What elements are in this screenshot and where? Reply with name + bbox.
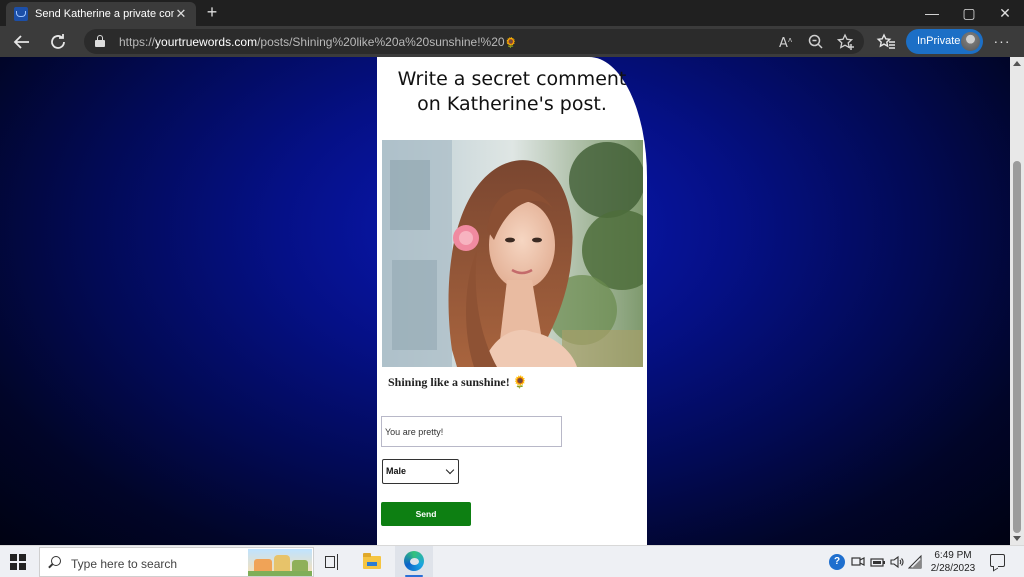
send-button[interactable]: Send [381,502,471,526]
screen: Send Katherine a private comme ✕ + — ▢ ✕… [0,0,1024,577]
svg-text:ʌ: ʌ [788,36,792,44]
browser-tab[interactable]: Send Katherine a private comme ✕ [6,2,196,26]
url-text[interactable]: https://yourtruewords.com/posts/Shining%… [119,35,517,49]
search-placeholder: Type here to search [71,557,178,571]
tab-close-icon[interactable]: ✕ [174,6,188,22]
new-tab-button[interactable]: + [202,2,222,22]
windows-start-icon[interactable] [10,554,26,570]
search-icon [51,556,61,566]
profile-icon [961,32,980,51]
comment-card: Write a secret comment on Katherine's po… [377,57,647,545]
edge-taskbar-icon[interactable] [395,546,433,577]
inprivate-label: InPrivate [917,35,961,47]
title-bar: Send Katherine a private comme ✕ + — ▢ ✕ [0,0,1024,26]
help-icon[interactable]: ? [829,554,845,570]
browser-toolbar: https://yourtruewords.com/posts/Shining%… [0,26,1024,57]
scroll-thumb[interactable] [1013,161,1021,533]
address-bar[interactable]: https://yourtruewords.com/posts/Shining%… [84,29,864,54]
meet-now-icon[interactable] [851,554,865,570]
page-viewport: Write a secret comment on Katherine's po… [0,57,1010,545]
page-title: Write a secret comment on Katherine's po… [397,68,627,115]
lock-icon[interactable] [95,35,105,47]
search-highlight-image [248,549,312,576]
system-clock[interactable]: 6:49 PM 2/28/2023 [922,549,984,575]
zoom-icon[interactable] [806,32,826,52]
maximize-button[interactable]: ▢ [950,0,988,26]
taskbar: Type here to search ? 6:49 PM 2/28/2023 [0,545,1024,577]
close-window-button[interactable]: ✕ [986,0,1024,26]
post-photo [382,140,643,367]
read-aloud-icon[interactable]: Aʌ [776,32,796,52]
inprivate-button[interactable]: InPrivate [906,29,983,54]
url-path: /posts/Shining%20like%20a%20sunshine!%20 [257,35,505,49]
url-emoji: 🌻 [504,38,518,49]
tab-title: Send Katherine a private comme [35,8,174,20]
clock-time: 6:49 PM [934,550,972,561]
task-view-icon[interactable] [322,551,344,573]
favorite-add-icon[interactable] [836,32,856,52]
back-arrow-icon[interactable] [10,30,34,54]
url-domain: yourtruewords.com [155,35,258,49]
url-scheme: https:// [119,35,156,49]
gender-select-value: Male [386,466,407,476]
gender-select[interactable]: Male [382,459,459,484]
clock-date: 2/28/2023 [930,563,976,574]
scroll-down-icon[interactable] [1013,536,1021,541]
volume-icon[interactable] [889,554,905,570]
taskbar-search-box[interactable]: Type here to search [39,547,314,577]
minimize-button[interactable]: — [913,0,951,26]
battery-icon[interactable] [870,554,886,570]
page-scrollbar[interactable] [1010,57,1024,545]
more-icon[interactable]: ··· [990,30,1014,54]
site-favicon-icon [14,7,28,21]
chevron-down-icon [445,465,455,475]
refresh-icon[interactable] [46,30,70,54]
notification-icon[interactable] [990,554,1005,567]
favorites-icon[interactable] [874,30,898,54]
comment-input[interactable] [381,416,562,447]
svg-text:A: A [779,36,788,51]
file-explorer-icon[interactable] [362,551,384,573]
scroll-up-icon[interactable] [1013,61,1021,66]
post-caption: Shining like a sunshine! 🌻 [388,375,528,389]
wifi-icon[interactable] [907,554,922,570]
